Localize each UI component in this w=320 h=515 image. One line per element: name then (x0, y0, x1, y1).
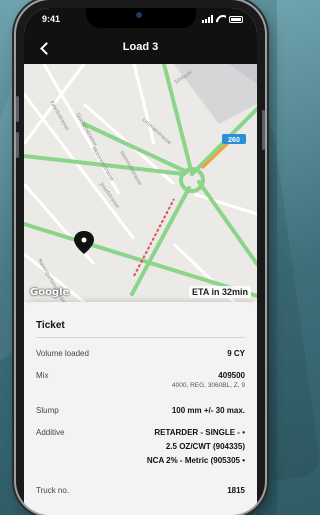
row-subvalue: 4000, REG, 3060BL, Z, 9 (172, 382, 245, 389)
row-label: Additive (36, 428, 65, 437)
ticket-row-volume: Volume loaded 9 CY (36, 338, 245, 366)
ticket-row-mix: Mix 409500 4000, REG, 3060BL, Z, 9 (36, 366, 245, 398)
signal-icon (202, 15, 213, 23)
row-value: 100 mm +/- 30 max. (171, 406, 245, 415)
ticket-row-truck: Truck no. 1815 (36, 476, 245, 500)
screen: 9:41 Load 3 Fabrikstrasse Quellenstrasse… (24, 8, 257, 515)
eta-label: ETA in 32min (188, 286, 251, 298)
ticket-title: Ticket (36, 302, 245, 338)
row-label: Volume loaded (36, 349, 89, 358)
app-header: 9:41 Load 3 (24, 8, 257, 64)
notch (86, 8, 196, 28)
phone-frame: 9:41 Load 3 Fabrikstrasse Quellenstrasse… (16, 0, 265, 515)
row-value-line: NCA 2% - Metric (905305 • (146, 456, 245, 465)
route-badge: 260 (222, 134, 246, 144)
row-label: Truck no. (36, 486, 70, 495)
ticket-row-slump: Slump 100 mm +/- 30 max. (36, 398, 245, 424)
status-icons (202, 15, 243, 23)
map-view[interactable]: Fabrikstrasse Quellenstrasse Motorenstra… (24, 64, 257, 302)
row-label: Slump (36, 406, 59, 415)
camera-icon (136, 12, 142, 18)
map-canvas[interactable]: Fabrikstrasse Quellenstrasse Motorenstra… (24, 64, 257, 302)
row-value: 409500 (218, 371, 245, 380)
nav-bar: Load 3 (24, 38, 257, 60)
row-value: 9 CY (227, 349, 245, 358)
row-label: Mix (36, 371, 49, 380)
google-logo: Google (30, 287, 70, 298)
volume-button (16, 132, 19, 158)
row-value-line: 2.5 OZ/CWT (904335) (165, 442, 245, 451)
volume-button (16, 96, 19, 122)
row-value-line: RETARDER - SINGLE - • (154, 428, 245, 437)
status-bar: 9:41 (24, 8, 257, 28)
page-title: Load 3 (122, 41, 159, 53)
power-button (262, 110, 265, 150)
ticket-row-additive: Additive RETARDER - SINGLE - • 2.5 OZ/CW… (36, 424, 245, 476)
route-badge-label: 260 (228, 137, 240, 144)
wifi-icon (216, 15, 226, 23)
battery-icon (229, 15, 243, 23)
ticket-panel: Ticket Volume loaded 9 CY Mix 409500 400… (24, 302, 257, 515)
status-time: 9:41 (42, 14, 61, 24)
row-value: 1815 (227, 486, 245, 495)
